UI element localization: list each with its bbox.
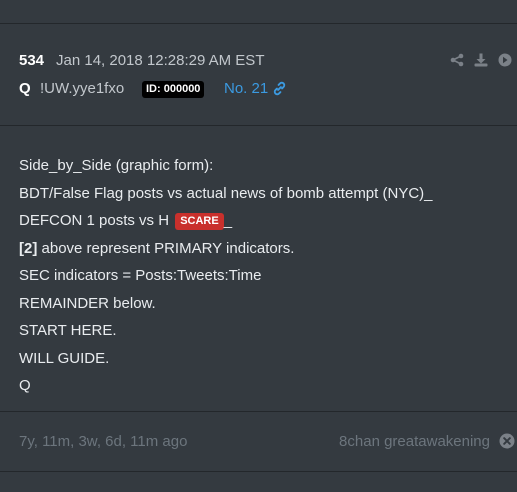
share-icon[interactable] bbox=[449, 52, 465, 68]
post-date: Jan 14, 2018 12:28:29 AM EST bbox=[56, 52, 265, 69]
body-text: above represent PRIMARY indicators. bbox=[37, 239, 295, 257]
post-actions bbox=[449, 52, 513, 68]
body-line: DEFCON 1 posts vs H SCARE _ bbox=[19, 207, 509, 235]
body-text: DEFCON 1 posts vs H bbox=[19, 212, 170, 229]
source-label[interactable]: 8chan greatawakening bbox=[339, 433, 490, 450]
close-circle-icon[interactable] bbox=[499, 433, 515, 449]
body-line: WILL GUIDE. bbox=[19, 349, 110, 367]
download-icon[interactable] bbox=[473, 52, 489, 68]
tripcode: !UW.yye1fxo bbox=[40, 80, 125, 97]
body-text: _ bbox=[223, 212, 233, 229]
author-name: Q bbox=[19, 80, 31, 97]
time-ago: 7y, 11m, 3w, 6d, 11m ago bbox=[19, 433, 188, 450]
post-body: Side_by_Side (graphic form): BDT/False F… bbox=[19, 152, 509, 400]
arrow-right-icon[interactable] bbox=[497, 52, 513, 68]
scare-tag: SCARE bbox=[175, 213, 224, 230]
id-badge: ID: 000000 bbox=[142, 81, 205, 98]
body-line: REMAINDER below. bbox=[19, 294, 156, 312]
body-line: SEC indicators = Posts:Tweets:Time bbox=[19, 267, 262, 284]
post-footer: 7y, 11m, 3w, 6d, 11m ago 8chan greatawak… bbox=[0, 411, 517, 472]
body-line: START HERE. bbox=[19, 322, 117, 339]
post-header: 534 Jan 14, 2018 12:28:29 AM EST Q !UW.y… bbox=[0, 24, 517, 126]
body-line: Side_by_Side (graphic form): bbox=[19, 157, 214, 174]
post-card: 534 Jan 14, 2018 12:28:29 AM EST Q !UW.y… bbox=[0, 23, 517, 472]
bold-reference: [2] bbox=[19, 239, 38, 257]
post-link-label[interactable]: No. 21 bbox=[224, 80, 268, 97]
body-line: [2] above represent PRIMARY indicators. bbox=[19, 235, 509, 263]
post-link[interactable]: No. 21 bbox=[224, 80, 287, 97]
link-icon[interactable] bbox=[272, 81, 287, 96]
body-line: Q bbox=[19, 377, 31, 394]
post-number: 534 bbox=[19, 52, 45, 69]
body-line: BDT/False Flag posts vs actual news of b… bbox=[19, 184, 433, 202]
